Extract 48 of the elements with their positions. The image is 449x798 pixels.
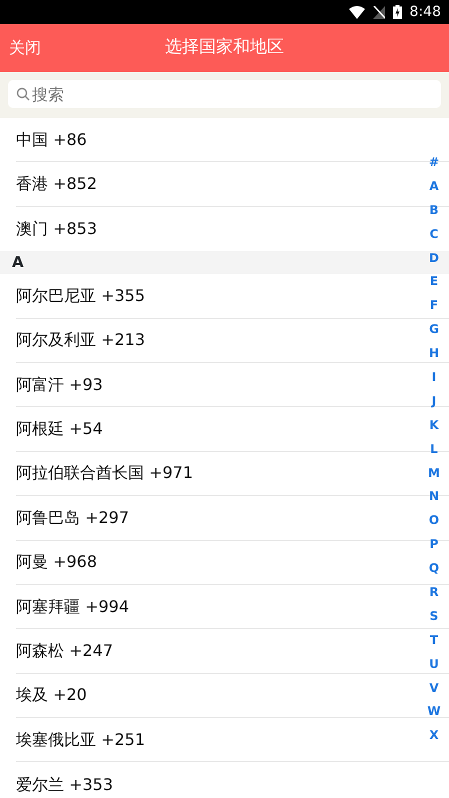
index-letter[interactable]: W — [427, 700, 441, 724]
no-signal-icon — [372, 6, 385, 18]
index-letter[interactable]: J — [432, 390, 436, 414]
page-title: 选择国家和地区 — [165, 37, 284, 58]
index-letter[interactable]: C — [430, 222, 438, 247]
country-item[interactable]: 阿曼 +968 — [16, 550, 98, 574]
country-item[interactable]: 阿拉伯联合酋长国 +971 — [16, 461, 194, 486]
country-item[interactable]: 埃及 +20 — [16, 683, 87, 708]
index-letter[interactable]: M — [428, 462, 440, 486]
index-letter[interactable]: L — [430, 438, 438, 462]
search-field[interactable]: 搜索 — [8, 80, 441, 108]
country-item[interactable]: 澳门 +853 — [16, 216, 98, 241]
index-letter[interactable]: U — [429, 652, 439, 677]
index-letter[interactable]: # — [428, 151, 440, 175]
index-letter[interactable]: X — [429, 724, 439, 748]
index-letter[interactable]: S — [430, 604, 438, 629]
index-letter[interactable]: H — [428, 342, 440, 366]
status-time: 8:48 — [410, 2, 441, 22]
index-letter[interactable]: P — [430, 533, 438, 558]
country-item[interactable]: 中国 +86 — [16, 128, 87, 152]
index-letter[interactable]: E — [430, 270, 438, 294]
country-item[interactable]: 阿富汗 +93 — [16, 372, 103, 397]
index-letter[interactable]: N — [428, 485, 440, 510]
index-letter[interactable]: K — [429, 414, 439, 438]
index-letter[interactable]: A — [429, 174, 439, 199]
country-item[interactable]: 埃塞俄比亚 +251 — [16, 728, 146, 752]
section-header: A — [12, 252, 24, 274]
country-item[interactable]: 阿尔巴尼亚 +355 — [16, 284, 146, 308]
wifi-icon — [348, 6, 365, 18]
close-button[interactable]: 关闭 — [0, 36, 50, 60]
country-item[interactable]: 阿鲁巴岛 +297 — [16, 506, 130, 530]
battery-charging-icon — [392, 5, 402, 19]
index-letter[interactable]: V — [429, 676, 439, 700]
index-letter[interactable]: D — [429, 246, 439, 270]
index-letter[interactable]: R — [429, 581, 439, 605]
index-letter[interactable]: T — [430, 628, 438, 653]
index-letter[interactable]: Q — [428, 557, 440, 582]
index-letter[interactable]: I — [432, 366, 436, 390]
country-item[interactable]: 爱尔兰 +353 — [16, 772, 114, 797]
index-letter[interactable]: F — [430, 294, 438, 318]
index-letter[interactable]: G — [429, 318, 439, 342]
country-item[interactable]: 阿森松 +247 — [16, 638, 114, 663]
country-item[interactable]: 香港 +852 — [16, 172, 98, 196]
country-item[interactable]: 阿尔及利亚 +213 — [16, 328, 146, 352]
index-letter[interactable]: B — [429, 198, 439, 223]
country-item[interactable]: 阿塞拜疆 +994 — [16, 594, 130, 619]
country-item[interactable]: 阿根廷 +54 — [16, 417, 103, 442]
index-letter[interactable]: O — [428, 509, 440, 534]
